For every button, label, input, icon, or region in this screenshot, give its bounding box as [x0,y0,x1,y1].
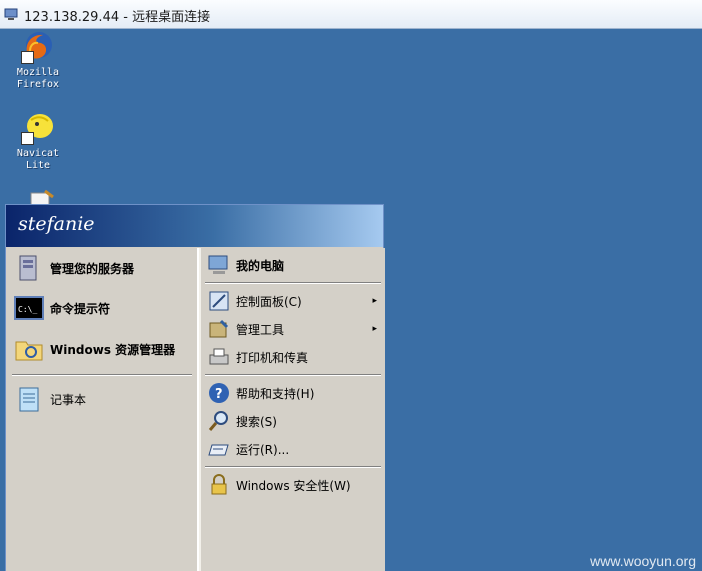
start-menu-header: stefanie [6,205,383,247]
rdp-title-bar[interactable]: 123.138.29.44 - 远程桌面连接 [0,0,702,29]
control-panel-icon [207,289,231,313]
menu-item-cmd[interactable]: C:\_ 命令提示符 [14,291,110,325]
search-icon [207,409,231,433]
menu-item-label: 记事本 [50,392,87,407]
menu-item-label: 管理工具 [236,322,285,337]
menu-item-run[interactable]: 运行(R)... [207,436,289,462]
watermark-text: www.wooyun.org [590,553,696,569]
start-menu: stefanie 管理您的服务器 C:\_ 命令提示符 Windows 资源管理… [5,204,385,571]
menu-item-label: 运行(R)... [236,442,290,457]
menu-item-label: 我的电脑 [236,258,285,273]
server-manage-icon [14,253,44,283]
run-icon [207,437,231,461]
notepad-icon [14,384,44,414]
menu-item-label: 管理您的服务器 [50,261,135,276]
menu-separator [12,374,192,376]
help-icon: ? [207,381,231,405]
menu-item-label: Windows 安全性(W) [236,478,351,493]
menu-separator [205,374,381,376]
admin-tools-icon [207,317,231,341]
menu-item-label: 帮助和支持(H) [236,386,315,401]
desktop-icon-firefox[interactable]: Mozilla Firefox [2,30,74,91]
user-name: stefanie [18,213,95,235]
menu-item-windows-security[interactable]: Windows 安全性(W) [207,472,351,498]
menu-item-label: 打印机和传真 [236,350,309,365]
remote-desktop-icon [4,8,18,20]
menu-item-label: 搜索(S) [236,414,277,429]
svg-text:?: ? [215,387,223,402]
menu-item-manage-server[interactable]: 管理您的服务器 [14,251,134,285]
svg-text:C:\_: C:\_ [18,305,37,314]
menu-item-label: 控制面板(C) [236,294,302,309]
menu-item-control-panel[interactable]: 控制面板(C) ▸ [207,288,381,314]
cmd-icon: C:\_ [14,293,44,323]
menu-item-label: 命令提示符 [50,301,111,316]
start-menu-system-list: 我的电脑 控制面板(C) ▸ 管理工具 ▸ 打印机和传真 ? 帮助和支持(H) … [199,248,385,571]
desktop-icon-label: Mozilla Firefox [16,67,60,90]
menu-item-my-computer[interactable]: 我的电脑 [207,252,284,278]
menu-item-explorer[interactable]: Windows 资源管理器 [14,332,175,366]
security-lock-icon [207,473,231,497]
menu-item-label: Windows 资源管理器 [50,342,176,357]
my-computer-icon [207,253,231,277]
navicat-icon [21,111,55,145]
menu-item-printers[interactable]: 打印机和传真 [207,344,308,370]
firefox-icon [21,30,55,64]
menu-item-help[interactable]: ? 帮助和支持(H) [207,380,314,406]
start-menu-pinned-list: 管理您的服务器 C:\_ 命令提示符 Windows 资源管理器 记事本 [6,248,197,571]
menu-separator [205,466,381,468]
desktop-icon-label: Navicat Lite [16,148,60,171]
menu-separator [205,282,381,284]
submenu-arrow-icon: ▸ [372,296,377,306]
submenu-arrow-icon: ▸ [372,324,377,334]
printer-icon [207,345,231,369]
desktop-icon-navicat[interactable]: Navicat Lite [2,111,74,172]
menu-item-search[interactable]: 搜索(S) [207,408,277,434]
menu-item-admin-tools[interactable]: 管理工具 ▸ [207,316,381,342]
menu-item-notepad[interactable]: 记事本 [14,382,86,416]
remote-desktop[interactable]: Mozilla Firefox Navicat Lite stefanie 管理… [0,29,702,571]
window-title: 123.138.29.44 - 远程桌面连接 [24,10,211,25]
explorer-icon [14,334,44,364]
